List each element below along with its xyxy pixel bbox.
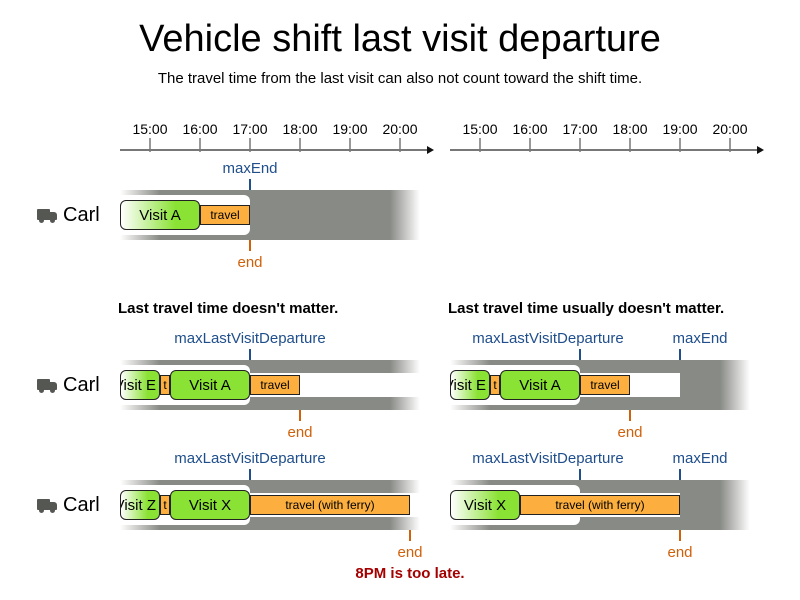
end-label: end bbox=[237, 254, 263, 271]
end-marker bbox=[249, 240, 251, 251]
max-end-marker bbox=[249, 179, 251, 190]
lane-fade-right bbox=[720, 360, 750, 410]
travel-block[interactable]: t bbox=[160, 375, 170, 395]
end-label: end bbox=[397, 544, 423, 561]
visit-block[interactable]: Visit E bbox=[120, 370, 160, 400]
visit-block[interactable]: Visit X bbox=[450, 490, 520, 520]
end-label: end bbox=[617, 424, 643, 441]
vehicle-name: Carl bbox=[63, 374, 100, 396]
max-last-visit-departure-marker bbox=[579, 349, 581, 360]
vehicle-label: Carl bbox=[37, 494, 100, 517]
visit-block[interactable]: Visit Z bbox=[120, 490, 160, 520]
vehicle-name: Carl bbox=[63, 494, 100, 516]
end-marker bbox=[299, 410, 301, 421]
max-end-label: maxEnd bbox=[672, 330, 728, 347]
visit-block[interactable]: Visit E bbox=[450, 370, 490, 400]
max-end-label: maxEnd bbox=[222, 160, 278, 177]
tick-label: 20:00 bbox=[382, 121, 418, 137]
travel-block[interactable]: travel bbox=[200, 205, 250, 225]
tick-label: 20:00 bbox=[712, 121, 748, 137]
max-end-marker bbox=[679, 469, 681, 480]
max-last-visit-departure-label: maxLastVisitDeparture bbox=[174, 330, 326, 347]
travel-block[interactable]: t bbox=[160, 495, 170, 515]
max-last-visit-departure-marker bbox=[579, 469, 581, 480]
vehicle-label: Carl bbox=[37, 374, 100, 397]
vehicle-label: Carl bbox=[37, 204, 100, 227]
end-marker bbox=[679, 530, 681, 541]
arrow-right-icon bbox=[757, 146, 764, 154]
page-subtitle: The travel time from the last visit can … bbox=[157, 70, 643, 87]
lane-fade-right bbox=[390, 190, 420, 240]
axis-line bbox=[450, 149, 758, 151]
axis-line bbox=[120, 149, 428, 151]
max-end-label: maxEnd bbox=[672, 450, 728, 467]
max-last-visit-departure-marker bbox=[249, 349, 251, 360]
travel-block[interactable]: travel bbox=[250, 375, 300, 395]
page-title: Vehicle shift last visit departure bbox=[139, 18, 661, 60]
arrow-right-icon bbox=[427, 146, 434, 154]
left-panel-heading: Last travel time doesn't matter. bbox=[118, 300, 339, 317]
max-last-visit-departure-marker bbox=[249, 469, 251, 480]
visit-block[interactable]: Visit A bbox=[120, 200, 200, 230]
end-label: end bbox=[667, 544, 693, 561]
end-marker bbox=[629, 410, 631, 421]
visit-block[interactable]: Visit A bbox=[500, 370, 580, 400]
lane-fade-right bbox=[720, 480, 750, 530]
max-last-visit-departure-label: maxLastVisitDeparture bbox=[174, 450, 326, 467]
visit-block[interactable]: Visit X bbox=[170, 490, 250, 520]
right-panel-heading: Last travel time usually doesn't matter. bbox=[448, 300, 725, 317]
travel-block[interactable]: t bbox=[490, 375, 500, 395]
vehicle-name: Carl bbox=[63, 204, 100, 226]
visit-block[interactable]: Visit A bbox=[170, 370, 250, 400]
end-marker bbox=[409, 530, 411, 541]
travel-block[interactable]: travel (with ferry) bbox=[520, 495, 680, 515]
max-end-marker bbox=[679, 349, 681, 360]
travel-block[interactable]: travel (with ferry) bbox=[250, 495, 410, 515]
truck-icon bbox=[37, 378, 57, 393]
end-label: end bbox=[287, 424, 313, 441]
truck-icon bbox=[37, 208, 57, 223]
travel-block[interactable]: travel bbox=[580, 375, 630, 395]
warning-text: 8PM is too late. bbox=[355, 565, 465, 582]
truck-icon bbox=[37, 498, 57, 513]
